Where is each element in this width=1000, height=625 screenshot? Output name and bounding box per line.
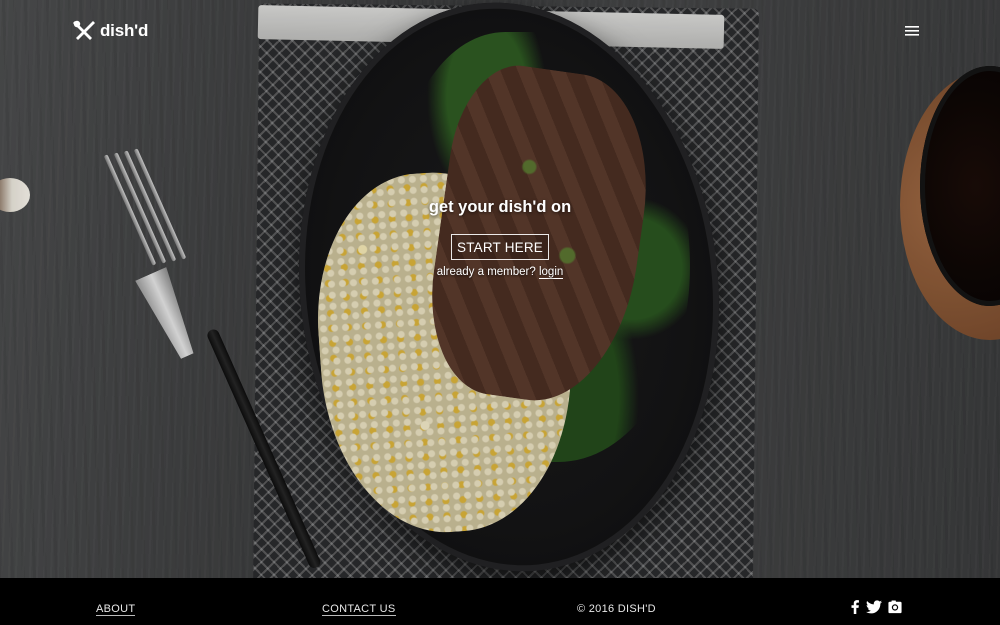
instagram-icon[interactable] — [888, 600, 902, 614]
hamburger-menu-icon — [905, 26, 919, 36]
facebook-icon[interactable] — [850, 600, 860, 614]
hero-cta: get your dish'd on START HERE already a … — [400, 198, 600, 279]
logo-link[interactable]: dish'd — [72, 20, 148, 42]
fork-knife-icon — [73, 20, 95, 40]
twitter-icon[interactable] — [866, 600, 882, 614]
start-here-button[interactable]: START HERE — [450, 234, 550, 260]
hero-headline: get your dish'd on — [428, 198, 572, 216]
member-prompt: already a member? — [436, 266, 539, 278]
logo-text: dish'd — [100, 21, 149, 40]
login-link[interactable]: login — [538, 266, 564, 279]
member-login-text: already a member? login — [400, 266, 600, 279]
hero-background — [0, 0, 1000, 578]
about-link[interactable]: ABOUT — [96, 603, 136, 616]
menu-button[interactable] — [903, 24, 921, 38]
hero-overlay — [0, 0, 1000, 578]
footer: ABOUT CONTACT US © 2016 DISH'D — [0, 578, 1000, 625]
copyright-text: © 2016 DISH'D — [577, 603, 656, 615]
contact-link[interactable]: CONTACT US — [322, 603, 396, 616]
